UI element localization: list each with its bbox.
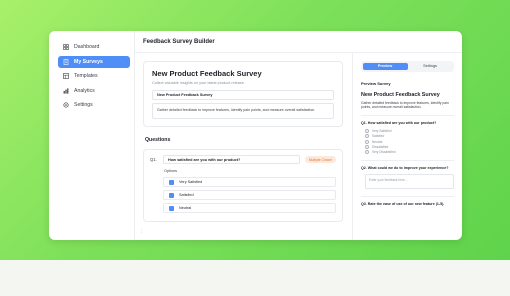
- option-label: Satisfied: [179, 193, 194, 197]
- main-area: Feedback Survey Builder New Product Feed…: [135, 31, 462, 240]
- question-row: Q1. How satisfied are you with our produ…: [150, 155, 336, 164]
- preview-panel: Preview Settings Preview Survey New Prod…: [352, 53, 462, 240]
- option-item[interactable]: Satisfied: [163, 190, 336, 200]
- radio-option[interactable]: Very Satisfied: [365, 128, 454, 133]
- checkbox-icon: [169, 192, 174, 198]
- sidebar-item-label: Dashboard: [74, 44, 100, 50]
- radio-option[interactable]: Very Dissatisfied: [365, 150, 454, 155]
- drag-handle-icon[interactable]: ⋮: [139, 228, 144, 234]
- survey-editor: New Product Feedback Survey Collect valu…: [135, 53, 352, 240]
- preview-label: Preview Survey: [361, 80, 391, 86]
- preview-question-3: Q3. Rate the ease of use of our new feat…: [361, 202, 454, 207]
- questions-heading: Questions: [145, 137, 171, 143]
- page-footer-band: [0, 260, 510, 296]
- question-text-field[interactable]: How satisfied are you with our product?: [163, 155, 300, 164]
- divider: [361, 160, 454, 162]
- preview-question-2: Q2. What could we do to improve your exp…: [361, 166, 454, 190]
- divider: [361, 196, 454, 198]
- template-icon: [63, 73, 69, 79]
- radio-label: Very Dissatisfied: [372, 150, 396, 155]
- checkbox-icon: [169, 179, 174, 185]
- sidebar-item-settings[interactable]: Settings: [58, 99, 130, 111]
- radio-icon: [365, 145, 369, 150]
- preview-question-text: Q3. Rate the ease of use of our new feat…: [361, 202, 445, 207]
- preview-question-text: Q1. How satisfied are you with our produ…: [361, 121, 437, 126]
- sidebar-item-label: Templates: [74, 73, 98, 79]
- sidebar-item-my-surveys[interactable]: My Surveys: [58, 55, 130, 68]
- document-icon: [63, 58, 69, 65]
- question-card: Q1. How satisfied are you with our produ…: [143, 149, 343, 222]
- radio-option[interactable]: Dissatisfied: [365, 145, 454, 150]
- sidebar-item-analytics[interactable]: Analytics: [58, 85, 130, 97]
- checkbox-icon: [169, 205, 174, 211]
- survey-details-card: New Product Feedback Survey Collect valu…: [143, 61, 343, 127]
- survey-title-field[interactable]: New Product Feedback Survey: [152, 90, 334, 100]
- options-label: Options: [164, 169, 178, 173]
- sidebar-item-label: Settings: [74, 102, 93, 108]
- preview-tabs: Preview Settings: [361, 61, 454, 72]
- sidebar-item-label: My Surveys: [74, 58, 103, 65]
- survey-description-field[interactable]: Gather detailed feedback to improve feat…: [152, 103, 334, 119]
- divider: [361, 115, 454, 117]
- radio-label: Dissatisfied: [372, 145, 389, 150]
- sidebar-item-templates[interactable]: Templates: [58, 70, 130, 82]
- radio-icon: [365, 139, 369, 144]
- radio-icon: [365, 128, 369, 133]
- app-window: Dashboard My Surveys Templates Analytics…: [49, 31, 462, 240]
- tab-settings[interactable]: Settings: [408, 63, 453, 71]
- page-title: Feedback Survey Builder: [135, 31, 462, 53]
- content-area: New Product Feedback Survey Collect valu…: [135, 53, 462, 240]
- radio-label: Very Satisfied: [372, 128, 392, 133]
- chart-icon: [63, 87, 69, 94]
- radio-option[interactable]: Neutral: [365, 139, 454, 144]
- option-item[interactable]: Neutral: [163, 203, 336, 213]
- gear-icon: [63, 102, 69, 108]
- option-label: Very Satisfied: [179, 180, 203, 184]
- radio-label: Neutral: [372, 139, 383, 144]
- preview-question-1: Q1. How satisfied are you with our produ…: [361, 121, 454, 155]
- preview-subtitle: Gather detailed feedback to improve feat…: [361, 100, 449, 109]
- radio-icon: [365, 150, 369, 155]
- option-label: Neutral: [179, 206, 192, 210]
- radio-label: Satisfied: [372, 134, 385, 139]
- radio-icon: [365, 134, 369, 139]
- survey-subtitle: Collect valuable insights on your latest…: [152, 81, 245, 85]
- feedback-textarea[interactable]: Enter your feedback here...: [365, 174, 454, 190]
- tab-preview[interactable]: Preview: [362, 62, 408, 70]
- option-item[interactable]: Very Satisfied: [163, 177, 336, 187]
- sidebar-item-label: Analytics: [74, 87, 95, 94]
- sidebar: Dashboard My Surveys Templates Analytics…: [49, 31, 135, 240]
- preview-question-text: Q2. What could we do to improve your exp…: [361, 166, 449, 171]
- survey-title: New Product Feedback Survey: [152, 69, 262, 78]
- radio-option[interactable]: Satisfied: [365, 134, 454, 139]
- dashboard-icon: [63, 44, 69, 50]
- question-type-badge[interactable]: Multiple Choice: [304, 156, 336, 163]
- question-number: Q1.: [150, 157, 157, 162]
- sidebar-item-dashboard[interactable]: Dashboard: [58, 41, 130, 53]
- preview-title: New Product Feedback Survey: [361, 91, 440, 98]
